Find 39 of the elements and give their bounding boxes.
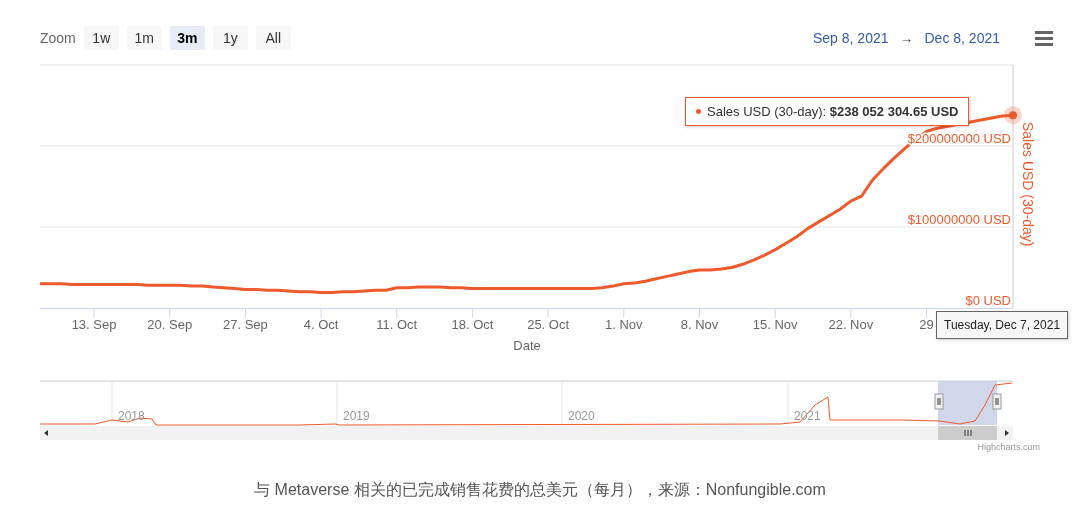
crosshair-label: Tuesday, Dec 7, 2021 — [936, 311, 1069, 339]
y-axis-title: Sales USD (30-day) — [1020, 122, 1036, 247]
x-axis-label: 8. Nov — [680, 317, 719, 332]
arrow-label: → — [899, 29, 914, 46]
tooltip: Sales USD (30-day): $238 052 304.65 USD — [685, 97, 970, 126]
range-button[interactable]: 1m — [126, 25, 162, 50]
range-button[interactable]: 1y — [212, 25, 248, 50]
point-marker — [1004, 106, 1022, 125]
scrollbar-track[interactable] — [40, 426, 1013, 440]
y-axis-label: $100000000 USD — [907, 212, 1011, 227]
year-label: 2019 — [343, 409, 370, 423]
handle-icon[interactable] — [934, 393, 944, 410]
range-button[interactable]: All — [255, 25, 291, 50]
caption: 与 Metaverse 相关的已完成销售花费的总美元（每月），来源：Nonfungible.com — [254, 481, 826, 498]
x-axis-label: 22. Nov — [828, 317, 874, 332]
x-axis-title: Date — [513, 338, 541, 353]
x-axis-label: 29 — [919, 317, 934, 332]
year-label: 2018 — [118, 409, 145, 423]
menu-icon[interactable] — [1034, 29, 1054, 46]
end-date-field[interactable]: Dec 8, 2021 — [924, 29, 1000, 46]
x-axis-label: 25. Oct — [527, 317, 570, 332]
zoom-label: Zoom — [40, 29, 76, 46]
range-button[interactable]: 3m — [169, 25, 205, 50]
scrollbar-thumb[interactable] — [938, 426, 997, 440]
x-axis-label: 20. Sep — [147, 317, 193, 332]
left-arrow-icon[interactable] — [44, 430, 48, 436]
right-arrow-icon[interactable] — [1005, 430, 1009, 436]
x-axis-label: 13. Sep — [71, 317, 117, 332]
y-axis-label: $0 USD — [965, 293, 1011, 308]
x-axis-label: 11. Oct — [376, 317, 418, 332]
x-axis-label: 18. Oct — [451, 317, 494, 332]
handle-icon[interactable] — [992, 393, 1002, 410]
x-axis-label: 1. Nov — [605, 317, 643, 332]
x-axis-label: 15. Nov — [752, 317, 798, 332]
x-axis-label: 4. Oct — [303, 317, 339, 332]
x-axis-label: 27. Sep — [223, 317, 268, 332]
year-label: 2020 — [568, 409, 595, 423]
range-button[interactable]: 1w — [83, 25, 119, 50]
start-date-field[interactable]: Sep 8, 2021 — [813, 29, 889, 46]
